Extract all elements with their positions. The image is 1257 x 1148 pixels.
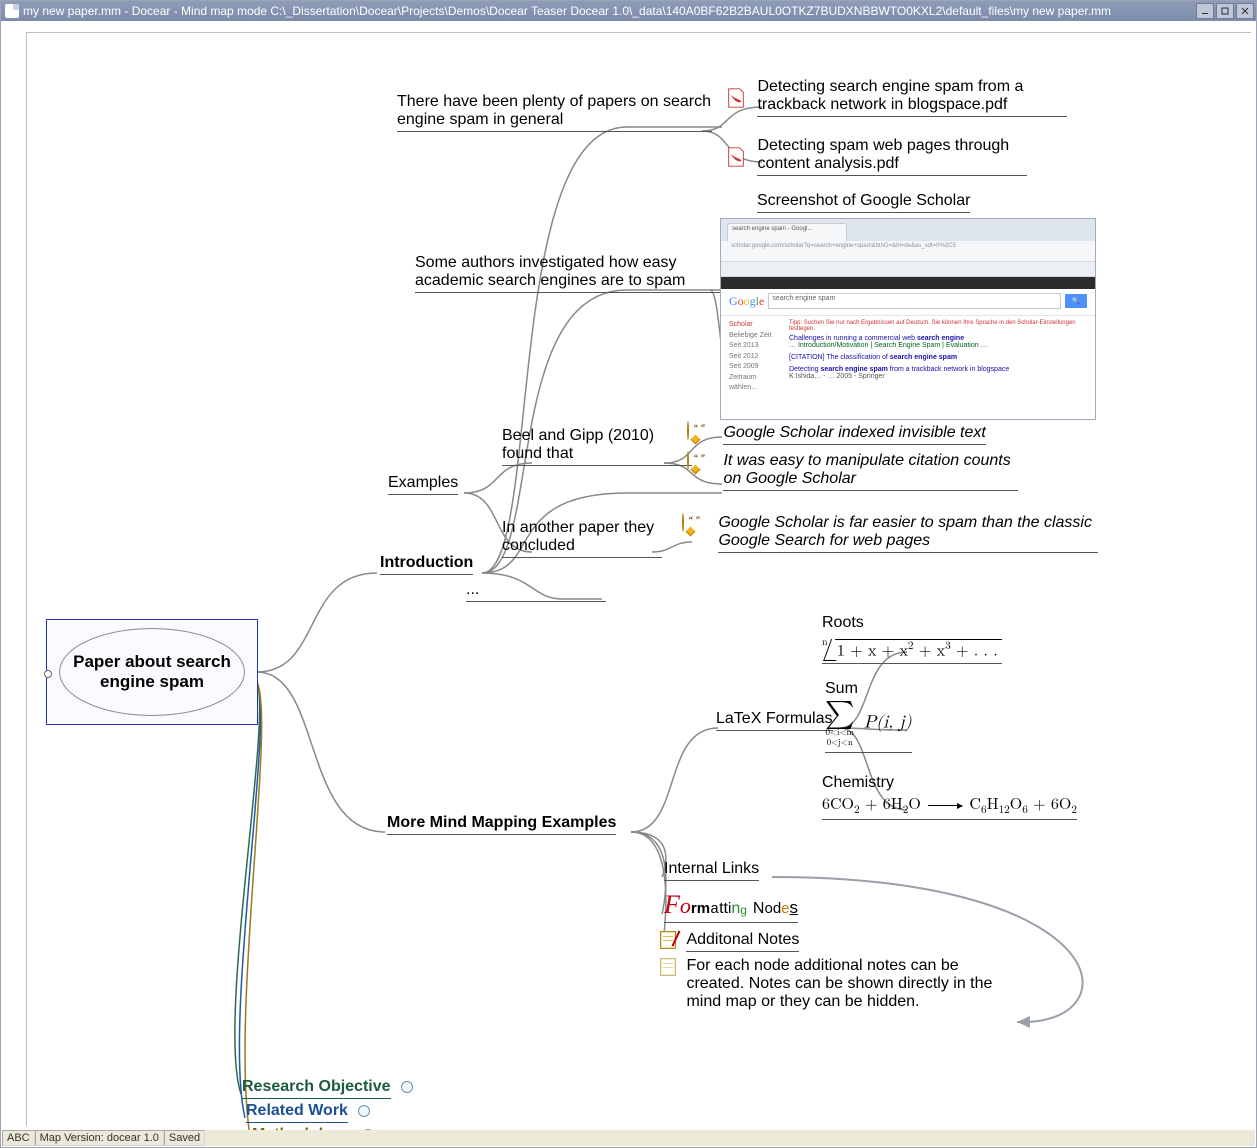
chemistry-label: Chemistry [822, 774, 1077, 792]
plenty-papers-text: There have been plenty of papers on sear… [397, 93, 712, 132]
node-introduction[interactable]: Introduction [380, 554, 473, 575]
beel-gipp-text: Beel and Gipp (2010) found that [502, 427, 692, 466]
quote-icon: “ ” [682, 514, 708, 536]
node-latex-formulas[interactable]: LaTeX Formulas [716, 710, 833, 731]
search-button-icon: 🔍 [1065, 294, 1087, 308]
node-related-work[interactable]: Related Work [246, 1102, 370, 1123]
node-beel-gipp[interactable]: Beel and Gipp (2010) found that [502, 427, 692, 466]
google-scholar-screenshot: search engine spam - Googl... scholar.go… [720, 218, 1096, 420]
node-pdf-1[interactable]: Detecting search engine spam from a trac… [725, 78, 1085, 117]
quote1-text: Google Scholar indexed invisible text [723, 424, 985, 445]
minimize-button[interactable] [1196, 3, 1214, 19]
chemistry-formula: 6CO2 + 6H2O C6H12O6 + 6O2 [822, 796, 1077, 820]
quote3-text: Google Scholar is far easier to spam tha… [718, 514, 1098, 553]
node-additional-notes-body[interactable]: For each node additional notes can be cr… [658, 957, 1018, 1011]
node-internal-links[interactable]: Internal Links [664, 860, 759, 881]
sum-label: Sum [825, 680, 912, 698]
node-quote-invisible-text[interactable]: “ ” Google Scholar indexed invisible tex… [687, 422, 986, 445]
quote2-text: It was easy to manipulate citation count… [723, 452, 1018, 491]
node-formatting[interactable]: FormattingNodes [664, 890, 798, 923]
latex-formulas-label: LaTeX Formulas [716, 710, 833, 731]
notes-icon [658, 930, 678, 950]
root-label: Paper about search engine spam [70, 652, 234, 693]
fold-handle-icon[interactable] [44, 670, 52, 678]
node-sum[interactable]: Sum ∑ 0<i<m 0<j<n P(i, j) [825, 680, 912, 753]
node-examples[interactable]: Examples [388, 474, 458, 495]
node-quote-citation-counts[interactable]: “ ” It was easy to manipulate citation c… [687, 452, 1027, 491]
pdf-icon [725, 146, 747, 168]
quote-icon: “ ” [687, 422, 713, 444]
node-another-paper[interactable]: In another paper they concluded [502, 519, 662, 558]
introduction-label: Introduction [380, 554, 473, 575]
investigate-text: Some authors investigated how easy acade… [415, 254, 735, 293]
status-abc: ABC [2, 1130, 35, 1146]
google-logo: Google [729, 294, 764, 309]
node-scholar-caption[interactable]: Screenshot of Google Scholar [757, 192, 970, 213]
quote-icon: “ ” [687, 452, 713, 474]
pdf1-text: Detecting search engine spam from a trac… [757, 78, 1067, 117]
maximize-button[interactable] [1216, 3, 1234, 19]
related-work-label: Related Work [246, 1102, 348, 1123]
root-node[interactable]: Paper about search engine spam [46, 619, 258, 725]
collapsed-indicator-icon[interactable] [401, 1081, 413, 1093]
browser-url: scholar.google.com/scholar?q=search+engi… [721, 241, 1095, 262]
node-ellipsis[interactable]: ... [466, 581, 606, 602]
node-investigate[interactable]: Some authors investigated how easy acade… [415, 254, 735, 293]
document-icon [5, 4, 19, 18]
close-button[interactable] [1236, 3, 1254, 19]
collapsed-indicator-icon[interactable] [358, 1105, 370, 1117]
statusbar: ABC Map Version: docear 1.0 Saved [2, 1130, 1255, 1146]
roots-formula: n 1 + x + x2 + x3 + . . . [822, 636, 1002, 664]
examples-label: Examples [388, 474, 458, 495]
more-examples-label: More Mind Mapping Examples [387, 814, 616, 835]
scholar-hint: Tipp: Suchen Sie nur nach Ergebnissen au… [789, 320, 1089, 332]
browser-tab: search engine spam - Googl... [727, 223, 847, 241]
ellipsis-text: ... [466, 581, 606, 602]
another-paper-text: In another paper they concluded [502, 519, 662, 558]
node-quote-easier-spam[interactable]: “ ” Google Scholar is far easier to spam… [682, 514, 1107, 553]
scholar-sidebar-label: Scholar [729, 320, 785, 331]
status-saved: Saved [164, 1130, 205, 1146]
window-title: my new paper.mm - Docear - Mind map mode… [23, 4, 1196, 18]
additional-notes-label: Additonal Notes [686, 931, 799, 952]
research-objective-label: Research Objective [242, 1078, 391, 1099]
pdf2-text: Detecting spam web pages through content… [757, 137, 1027, 176]
titlebar: my new paper.mm - Docear - Mind map mode… [1, 1, 1256, 21]
roots-label: Roots [822, 614, 1002, 632]
node-research-objective[interactable]: Research Objective [242, 1078, 413, 1099]
internal-links-label: Internal Links [664, 860, 759, 881]
mindmap-canvas[interactable]: Paper about search engine spam Introduct… [2, 22, 1255, 1130]
scholar-caption: Screenshot of Google Scholar [757, 192, 970, 213]
search-query: search engine spam [768, 293, 1061, 309]
additional-notes-text: For each node additional notes can be cr… [686, 957, 1006, 1011]
node-pdf-2[interactable]: Detecting spam web pages through content… [725, 137, 1085, 176]
status-map-version: Map Version: docear 1.0 [35, 1130, 164, 1146]
node-chemistry[interactable]: Chemistry 6CO2 + 6H2O C6H12O6 + 6O2 [822, 774, 1077, 820]
formatting-nodes-label: FormattingNodes [664, 890, 798, 923]
sum-formula: ∑ 0<i<m 0<j<n P(i, j) [825, 700, 912, 753]
node-plenty-papers[interactable]: There have been plenty of papers on sear… [397, 93, 712, 132]
node-additional-notes[interactable]: Additonal Notes [658, 930, 799, 952]
node-more-examples[interactable]: More Mind Mapping Examples [387, 814, 616, 835]
pdf-icon [725, 87, 747, 109]
notes-icon [658, 957, 678, 977]
node-roots[interactable]: Roots n 1 + x + x2 + x3 + . . . [822, 614, 1002, 664]
